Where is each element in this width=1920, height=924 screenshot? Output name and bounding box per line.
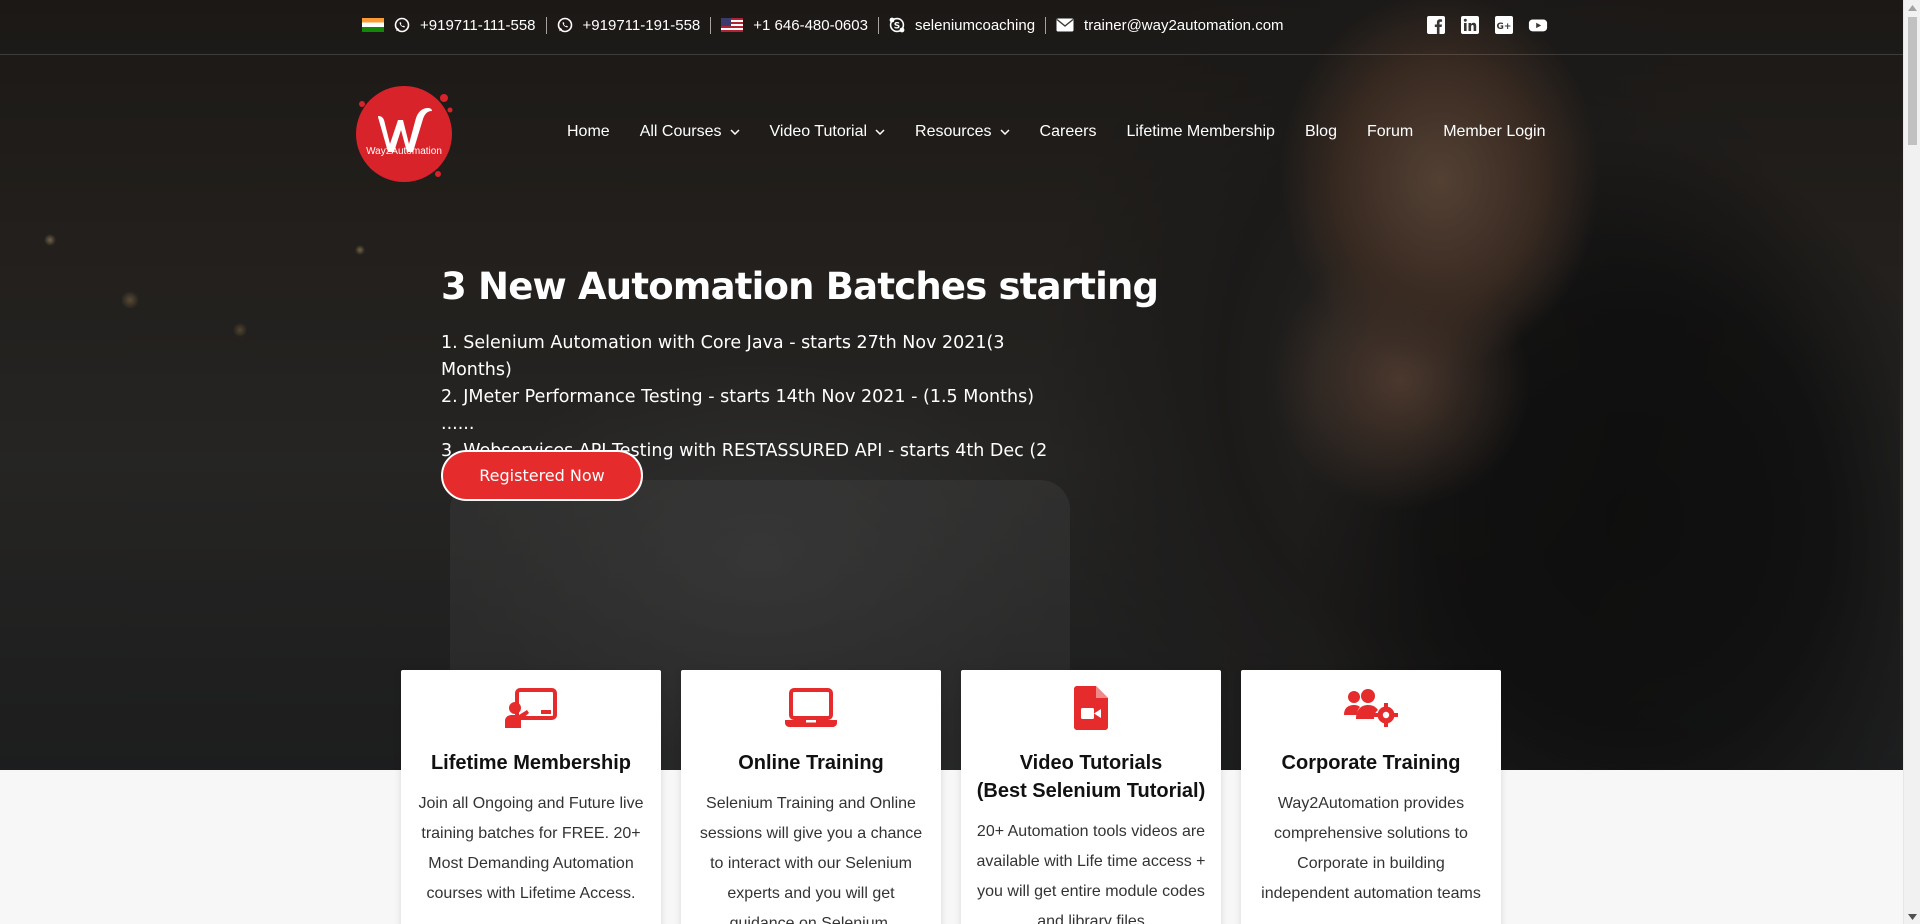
nav-item-careers[interactable]: Careers: [1040, 123, 1097, 141]
india-flag-icon: [362, 18, 384, 32]
card-title: Lifetime Membership: [430, 752, 632, 774]
contact-skype[interactable]: S seleniumcoaching: [877, 16, 1036, 34]
chevron-down-icon: [875, 129, 885, 135]
svg-text:S: S: [894, 22, 900, 32]
whatsapp-icon: [557, 17, 573, 33]
whatsapp-icon: [394, 17, 410, 33]
contact-text: +1 646-480-0603: [753, 16, 868, 34]
nav-label: Video Tutorial: [769, 123, 868, 140]
page-scrollbar[interactable]: [1903, 0, 1920, 924]
scroll-up-arrow-icon[interactable]: [1908, 3, 1917, 12]
main-nav: Home All Courses Video Tutorial Resource…: [567, 123, 1545, 141]
nav-item-resources[interactable]: Resources: [915, 123, 1010, 141]
nav-item-member-login[interactable]: Member Login: [1443, 123, 1545, 141]
card-text: Selenium Training and Online sessions wi…: [699, 795, 923, 924]
contact-whatsapp-2[interactable]: +919711-191-558: [545, 16, 701, 34]
nav-label: Careers: [1039, 123, 1097, 140]
presentation-icon: [401, 686, 661, 730]
card-text: Way2Automation provides comprehensive so…: [1261, 795, 1481, 902]
nav-label: Resources: [915, 123, 992, 140]
batch-line: 2. JMeter Performance Testing - starts 1…: [441, 387, 1035, 434]
svg-text:G+: G+: [1497, 22, 1512, 32]
card-title: Online Training: [738, 752, 884, 774]
nav-label: Member Login: [1443, 123, 1546, 140]
envelope-icon: [1056, 18, 1074, 32]
logo-text: Way2Automation: [366, 146, 442, 157]
nav-item-blog[interactable]: Blog: [1305, 123, 1337, 141]
youtube-icon[interactable]: [1528, 15, 1548, 35]
card-title: Corporate Training: [1281, 752, 1461, 774]
card-online-training[interactable]: Online Training Selenium Training and On…: [681, 670, 941, 924]
contact-text: trainer@way2automation.com: [1084, 16, 1284, 34]
card-text: Join all Ongoing and Future live trainin…: [418, 795, 644, 902]
site-logo[interactable]: Way2Automation: [352, 82, 456, 186]
contact-text: +919711-111-558: [420, 16, 536, 34]
nav-item-lifetime-membership[interactable]: Lifetime Membership: [1126, 123, 1275, 141]
card-lifetime-membership[interactable]: Lifetime Membership Join all Ongoing and…: [401, 670, 661, 924]
nav-label: Lifetime Membership: [1126, 123, 1275, 140]
nav-item-home[interactable]: Home: [567, 123, 610, 141]
contact-email[interactable]: trainer@way2automation.com: [1045, 16, 1284, 34]
skype-icon: S: [889, 17, 905, 33]
contact-usa-phone[interactable]: +1 646-480-0603: [710, 16, 868, 34]
card-text: 20+ Automation tools videos are availabl…: [976, 823, 1206, 924]
card-title: Video Tutorials (Best Selenium Tutorial): [961, 749, 1221, 805]
google-plus-icon[interactable]: G+: [1494, 15, 1514, 35]
nav-item-video-tutorial[interactable]: Video Tutorial: [770, 123, 886, 141]
video-file-icon: [961, 686, 1221, 730]
contact-text: seleniumcoaching: [914, 16, 1036, 34]
card-title-line: Video Tutorials: [1019, 752, 1163, 774]
hero-title: 3 New Automation Batches starting: [441, 265, 1159, 308]
card-title-line: (Best Selenium Tutorial): [976, 780, 1206, 802]
laptop-icon: [681, 686, 941, 730]
nav-label: Home: [567, 123, 610, 140]
batch-line: 1. Selenium Automation with Core Java - …: [441, 333, 1005, 380]
facebook-icon[interactable]: [1426, 15, 1446, 35]
card-video-tutorials[interactable]: Video Tutorials (Best Selenium Tutorial)…: [961, 670, 1221, 924]
chevron-down-icon: [729, 129, 740, 135]
usa-flag-icon: [721, 18, 744, 32]
users-gear-icon: [1241, 686, 1501, 730]
contact-list: +919711-111-558 +919711-191-558 +1 646-4…: [362, 14, 1284, 36]
card-corporate-training[interactable]: Corporate Training Way2Automation provid…: [1241, 670, 1501, 924]
linkedin-icon[interactable]: [1460, 15, 1480, 35]
nav-label: Blog: [1304, 123, 1337, 140]
scrollbar-thumb[interactable]: [1908, 17, 1917, 145]
nav-label: Forum: [1366, 123, 1414, 140]
contact-text: +919711-191-558: [582, 16, 701, 34]
contact-india-whatsapp[interactable]: +919711-111-558: [362, 17, 536, 34]
chevron-down-icon: [1000, 129, 1010, 135]
nav-item-forum[interactable]: Forum: [1367, 123, 1413, 141]
top-bar: +919711-111-558 +919711-191-558 +1 646-4…: [0, 0, 1903, 55]
registered-now-button[interactable]: Registered Now: [441, 450, 643, 501]
feature-cards: Lifetime Membership Join all Ongoing and…: [401, 670, 1501, 924]
social-links: G+: [1426, 15, 1548, 35]
nav-label: All Courses: [639, 123, 722, 140]
nav-item-all-courses[interactable]: All Courses: [640, 123, 740, 141]
scroll-down-arrow-icon[interactable]: [1908, 912, 1917, 921]
